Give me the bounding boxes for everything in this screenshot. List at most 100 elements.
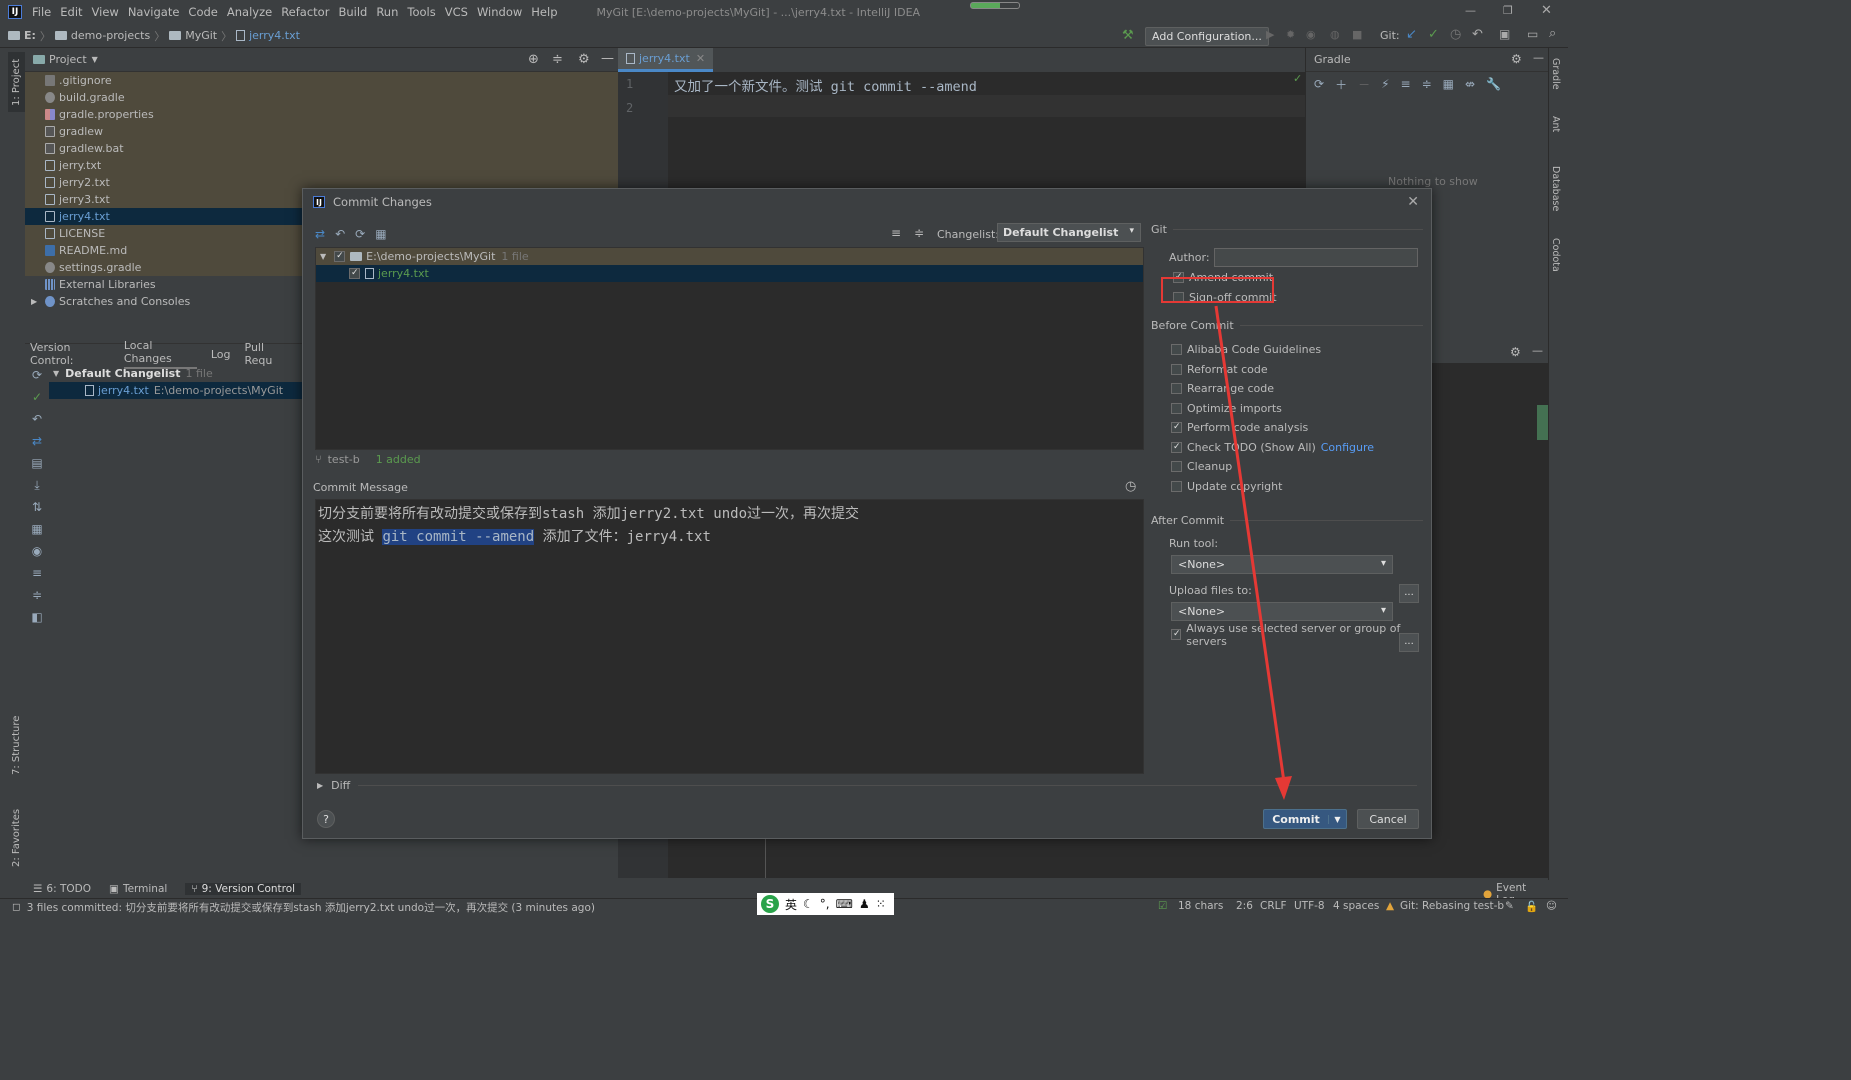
debug-icon[interactable]: ✹ <box>1286 28 1295 41</box>
run-tool-select[interactable]: <None> <box>1171 555 1393 574</box>
keyboard-icon[interactable]: ⌨ <box>836 897 853 911</box>
chevron-down-icon[interactable]: ▼ <box>92 55 98 64</box>
commit-options-icon[interactable]: ▼ <box>1328 814 1346 824</box>
ime-language[interactable]: 英 <box>785 896 797 913</box>
add-icon[interactable]: ＋ <box>1335 76 1347 93</box>
menu-code[interactable]: Code <box>188 5 217 19</box>
menu-vcs[interactable]: VCS <box>445 5 468 19</box>
tab-terminal[interactable]: ▣ Terminal <box>109 883 167 895</box>
root-row[interactable]: ▼ E:\demo-projects\MyGit 1 file <box>316 248 1143 265</box>
menu-refactor[interactable]: Refactor <box>281 5 329 19</box>
hide-icon[interactable]: — <box>1533 51 1544 64</box>
remove-icon[interactable]: － <box>1358 76 1370 93</box>
help-button[interactable]: ? <box>317 810 335 828</box>
menu-navigate[interactable]: Navigate <box>128 5 180 19</box>
expand-all-icon[interactable]: ≡ <box>891 226 901 240</box>
root-checkbox[interactable] <box>334 251 346 262</box>
upload-select[interactable]: <None> <box>1171 602 1393 621</box>
execute-task-icon[interactable]: ⚡ <box>1381 77 1389 91</box>
option-checkbox[interactable] <box>1171 402 1182 414</box>
show-diff-icon[interactable]: ⇄ <box>25 430 49 452</box>
collapse-all-icon[interactable]: ≑ <box>1422 77 1432 91</box>
tab-version-control[interactable]: ⑂ 9: Version Control <box>185 883 302 895</box>
group-icon[interactable]: ▦ <box>25 518 49 540</box>
option-checkbox[interactable] <box>1171 461 1182 473</box>
vcs-history-icon[interactable]: ◷ <box>1450 27 1461 42</box>
changelist-dropdown[interactable]: Default Changelist ▾ <box>997 223 1141 242</box>
menu-run[interactable]: Run <box>376 5 398 19</box>
collapse-icon[interactable]: ≑ <box>552 52 563 67</box>
cancel-button[interactable]: Cancel <box>1357 809 1419 829</box>
group-modules-icon[interactable]: ▦ <box>1443 77 1454 91</box>
preview-icon[interactable]: ◧ <box>25 606 49 628</box>
tree-item[interactable]: gradlew <box>25 123 618 140</box>
changed-file-row[interactable]: jerry4.txt E:\demo-projects\MyGit <box>49 382 305 399</box>
tab-database[interactable]: Database <box>1550 166 1561 211</box>
tab-todo[interactable]: ☰ 6: TODO <box>33 883 91 895</box>
status-position[interactable]: 2:6 <box>1236 900 1253 912</box>
collapse-all-icon[interactable]: ≑ <box>25 584 49 606</box>
file-checkbox[interactable] <box>349 268 360 279</box>
message-history-icon[interactable]: ◷ <box>1125 479 1136 494</box>
expand-all-icon[interactable]: ≡ <box>1401 77 1411 91</box>
search-everywhere-icon[interactable]: ⌕ <box>1549 26 1556 41</box>
commit-message-input[interactable]: 切分支前要将所有改动提交或保存到stash 添加jerry2.txt undo过… <box>315 499 1144 774</box>
add-configuration-button[interactable]: Add Configuration... <box>1145 27 1269 46</box>
option-alibaba[interactable]: Alibaba Code Guidelines <box>1151 340 1423 360</box>
changelist-row[interactable]: ▼ Default Changelist 1 file <box>49 365 305 382</box>
wrench-icon[interactable]: 🔧 <box>1486 77 1501 91</box>
vcs-commit-icon[interactable]: ✓ <box>1428 27 1439 42</box>
group-by-icon[interactable]: ▦ <box>375 227 386 241</box>
option-reformat[interactable]: Reformat code <box>1151 360 1423 380</box>
status-git-branch[interactable]: Git: Rebasing test-b <box>1400 900 1504 912</box>
chevron-down-icon[interactable]: ▼ <box>53 369 59 378</box>
project-structure-icon[interactable]: ▣ <box>1499 27 1510 41</box>
crumb-file[interactable]: jerry4.txt <box>249 29 300 42</box>
option-checkbox[interactable] <box>1171 629 1182 641</box>
option-cleanup[interactable]: Cleanup <box>1151 457 1423 477</box>
tab-favorites[interactable]: 2: Favorites <box>8 800 25 875</box>
option-checkbox[interactable] <box>1171 344 1182 356</box>
author-input[interactable] <box>1213 247 1418 267</box>
presentation-icon[interactable]: ▭ <box>1527 27 1538 41</box>
code-line[interactable]: 又加了一个新文件。测试 git commit --amend <box>674 75 977 95</box>
tree-item[interactable]: jerry.txt <box>25 157 618 174</box>
crumb-mygit[interactable]: MyGit <box>185 29 217 42</box>
gear-icon[interactable]: ⚙ <box>1510 345 1521 359</box>
menu-build[interactable]: Build <box>338 5 367 19</box>
tab-gradle[interactable]: Gradle <box>1550 58 1561 90</box>
tree-item[interactable]: .gitignore <box>25 72 618 89</box>
chevron-down-icon[interactable]: ▼ <box>320 252 326 261</box>
build-hammer-icon[interactable]: ⚒ <box>1122 28 1134 43</box>
option-check-todo[interactable]: Check TODO (Show All) Configure <box>1151 438 1423 458</box>
expand-all-icon[interactable]: ≡ <box>25 562 49 584</box>
diff-section[interactable]: ▶ Diff <box>317 779 1417 792</box>
status-line-separator[interactable]: CRLF <box>1260 900 1287 912</box>
stop-icon[interactable]: ■ <box>1352 28 1362 41</box>
ime-toolbar[interactable]: S 英 ☾ °, ⌨ ♟ ⁙ <box>757 893 894 915</box>
rollback-icon[interactable]: ↶ <box>335 227 345 241</box>
tree-item[interactable]: gradlew.bat <box>25 140 618 157</box>
editor-tab[interactable]: jerry4.txt ✕ <box>618 48 714 72</box>
tab-pull-requests[interactable]: Pull Requ <box>245 341 292 367</box>
hide-icon[interactable]: — <box>1532 344 1543 357</box>
tab-log[interactable]: Log <box>211 348 231 361</box>
crumb-drive[interactable]: E: <box>24 29 36 42</box>
coverage-icon[interactable]: ◉ <box>1306 28 1316 41</box>
close-window-icon[interactable]: ✕ <box>1541 3 1552 18</box>
option-always-use-server[interactable]: Always use selected server or group of s… <box>1151 622 1423 648</box>
locate-icon[interactable]: ⊕ <box>528 52 539 67</box>
option-checkbox[interactable] <box>1171 383 1182 395</box>
refresh-icon[interactable]: ⟳ <box>1314 77 1324 91</box>
tree-item[interactable]: gradle.properties <box>25 106 618 123</box>
minimize-icon[interactable]: — <box>1465 4 1476 17</box>
vcs-rollback-icon[interactable]: ↶ <box>1472 27 1483 42</box>
option-update-copyright[interactable]: Update copyright <box>1151 477 1423 497</box>
refresh-icon[interactable]: ⟳ <box>355 227 365 241</box>
menu-help[interactable]: Help <box>531 5 557 19</box>
update-icon[interactable]: ⇅ <box>25 496 49 518</box>
commit-button[interactable]: Commit ▼ <box>1263 809 1347 829</box>
shelve-icon[interactable]: ⤓ <box>25 474 49 496</box>
dialog-close-icon[interactable]: ✕ <box>1407 194 1419 210</box>
status-toggle-icon[interactable]: ◻ <box>12 901 21 913</box>
